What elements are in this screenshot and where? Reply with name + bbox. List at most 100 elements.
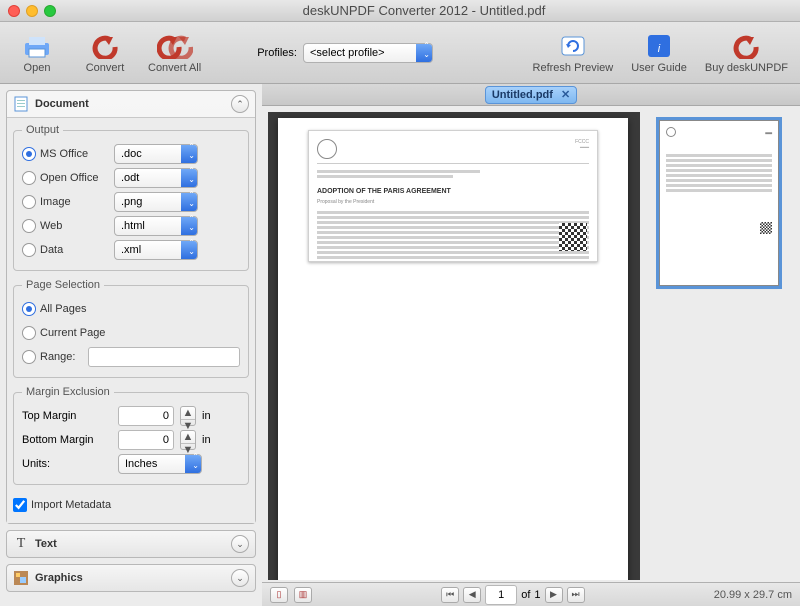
buy-arrow-icon [728,32,764,60]
convert-all-button[interactable]: Convert All [148,32,201,74]
graphics-panel: Graphics ⌄ [6,564,256,592]
doc-heading: ADOPTION OF THE PARIS AGREEMENT [317,188,589,195]
data-option[interactable]: Data [22,243,108,257]
pager-of: of [521,589,530,601]
document-icon [13,96,29,112]
refresh-icon [555,32,591,60]
zoom-window-button[interactable] [44,5,56,17]
page-dimensions: 20.99 x 29.7 cm [714,589,792,601]
top-margin-stepper[interactable]: ▲▼ [180,406,196,426]
traffic-lights [8,5,56,17]
convert-button[interactable]: Convert [80,32,130,74]
ms-office-option[interactable]: MS Office [22,147,108,161]
buy-button[interactable]: Buy deskUNPDF [705,32,788,74]
close-window-button[interactable] [8,5,20,17]
open-office-option[interactable]: Open Office [22,171,108,185]
image-option[interactable]: Image [22,195,108,209]
image-format-select[interactable]: .png [114,192,198,212]
page-preview: FCCC━━━ ADOPTION OF THE PARIS AGREEMENT … [278,118,628,580]
text-icon: T [13,536,29,552]
embedded-document: FCCC━━━ ADOPTION OF THE PARIS AGREEMENT … [308,130,598,262]
page-selection-fieldset: Page Selection All Pages Current Page Ra… [13,279,249,378]
document-panel-header[interactable]: Document ⌃ [7,91,255,117]
sidebar: Document ⌃ Output MS Office .doc Open Of… [0,84,262,606]
units-label: Units: [22,458,112,470]
preview-canvas[interactable]: FCCC━━━ ADOPTION OF THE PARIS AGREEMENT … [268,112,640,580]
open-office-format-select[interactable]: .odt [114,168,198,188]
top-margin-unit: in [202,410,211,422]
text-panel-title: Text [35,538,225,550]
text-panel: T Text ⌄ [6,530,256,558]
first-page-button[interactable]: ⏮ [441,587,459,603]
convert-all-label: Convert All [148,62,201,74]
image-radio[interactable] [22,195,36,209]
range-input[interactable] [88,347,240,367]
ms-office-format-select[interactable]: .doc [114,144,198,164]
open-label: Open [24,62,51,74]
convert-arrow-icon [87,32,123,60]
page-number-input[interactable] [485,585,517,605]
info-icon: i [641,32,677,60]
ms-office-radio[interactable] [22,147,36,161]
view-mode-single-button[interactable]: ▯ [270,587,288,603]
un-logo-icon [317,139,337,159]
output-legend: Output [22,124,63,136]
content-area: Document ⌃ Output MS Office .doc Open Of… [0,84,800,606]
data-radio[interactable] [22,243,36,257]
window-title: deskUNPDF Converter 2012 - Untitled.pdf [56,3,792,18]
close-tab-icon[interactable]: ✕ [561,88,570,101]
margin-exclusion-fieldset: Margin Exclusion Top Margin ▲▼ in Bottom… [13,386,249,485]
web-radio[interactable] [22,219,36,233]
view-mode-continuous-button[interactable]: ▥ [294,587,312,603]
prev-page-button[interactable]: ◀ [463,587,481,603]
units-select[interactable]: Inches [118,454,202,474]
web-option[interactable]: Web [22,219,108,233]
current-page-radio[interactable] [22,326,36,340]
profiles-select-wrap: <select profile> [303,43,433,63]
current-page-option[interactable]: Current Page [22,326,108,340]
open-button[interactable]: Open [12,32,62,74]
collapse-icon: ⌃ [231,95,249,113]
document-tab[interactable]: Untitled.pdf ✕ [485,86,577,104]
all-pages-option[interactable]: All Pages [22,302,108,316]
expand-icon: ⌄ [231,569,249,587]
convert-all-arrow-icon [157,32,193,60]
refresh-preview-button[interactable]: Refresh Preview [533,32,614,74]
user-guide-button[interactable]: i User Guide [631,32,687,74]
bottom-margin-input[interactable] [118,430,174,450]
page-selection-legend: Page Selection [22,279,104,291]
all-pages-radio[interactable] [22,302,36,316]
status-bar: ▯ ▥ ⏮ ◀ of 1 ▶ ⏭ 20.99 x 29.7 cm [262,582,800,606]
text-panel-header[interactable]: T Text ⌄ [7,531,255,557]
user-guide-label: User Guide [631,62,687,74]
open-office-radio[interactable] [22,171,36,185]
printer-icon [19,32,55,60]
profiles-select[interactable]: <select profile> [303,43,433,63]
output-fieldset: Output MS Office .doc Open Office .odt I… [13,124,249,271]
qr-code-icon [559,223,587,251]
last-page-button[interactable]: ⏭ [567,587,585,603]
refresh-preview-label: Refresh Preview [533,62,614,74]
range-option[interactable]: Range: [22,350,82,364]
import-metadata-checkbox[interactable] [13,498,27,512]
doc-subhead: Proposal by the President [317,199,589,205]
profiles-group: Profiles: <select profile> [257,43,433,63]
bottom-margin-stepper[interactable]: ▲▼ [180,430,196,450]
web-format-select[interactable]: .html [114,216,198,236]
convert-label: Convert [86,62,125,74]
profiles-label: Profiles: [257,47,297,59]
graphics-icon [13,570,29,586]
range-radio[interactable] [22,350,36,364]
import-metadata-option[interactable]: Import Metadata [13,498,249,512]
graphics-panel-header[interactable]: Graphics ⌄ [7,565,255,591]
document-panel-body: Output MS Office .doc Open Office .odt I… [7,117,255,523]
data-format-select[interactable]: .xml [114,240,198,260]
bottom-margin-label: Bottom Margin [22,434,112,446]
next-page-button[interactable]: ▶ [545,587,563,603]
main-toolbar: Open Convert Convert All Profiles: <sele… [0,22,800,84]
minimize-window-button[interactable] [26,5,38,17]
pager-total: 1 [534,589,540,601]
page-thumbnail[interactable]: ━ [659,120,779,286]
top-margin-input[interactable] [118,406,174,426]
preview-area: FCCC━━━ ADOPTION OF THE PARIS AGREEMENT … [262,106,800,582]
